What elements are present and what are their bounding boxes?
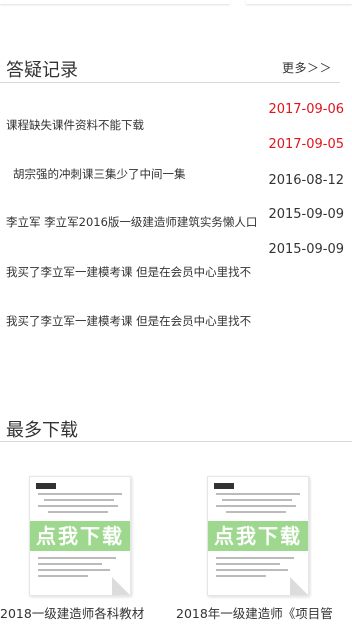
document-thumbnail: 点我下载 <box>207 476 309 596</box>
qa-more-link[interactable]: 更多＞＞ <box>282 59 332 76</box>
qa-section-header: 答疑记录 更多＞＞ <box>0 54 340 83</box>
qa-item[interactable]: 课程缺失课件资料不能下载 <box>6 117 272 133</box>
qa-item[interactable]: 李立军 李立军2016版一级建造师建筑实务懒人口 <box>6 214 272 230</box>
download-title[interactable]: 2018年一级建造师《项目管 <box>176 603 333 622</box>
downloads-section-title: 最多下载 <box>6 420 78 441</box>
download-banner[interactable]: 点我下载 <box>30 521 130 551</box>
qa-date: 2015-09-09 <box>268 242 344 257</box>
page-curl-icon <box>290 577 308 595</box>
qa-date: 2017-09-06 <box>268 102 344 117</box>
download-card[interactable]: 点我下载 <box>29 476 131 596</box>
qa-item[interactable]: 我买了李立军一建模考课 但是在会员中心里找不 <box>6 264 272 280</box>
qa-date: 2016-08-12 <box>268 173 344 188</box>
download-card[interactable]: 点我下载 <box>207 476 309 596</box>
qa-item[interactable]: 我买了李立军一建模考课 但是在会员中心里找不 <box>6 313 272 329</box>
qa-date: 2017-09-05 <box>268 137 344 152</box>
card-edge-right <box>246 0 352 4</box>
download-title[interactable]: 2018一级建造师各科教材 <box>0 603 144 622</box>
download-banner[interactable]: 点我下载 <box>208 521 308 551</box>
qa-item[interactable]: 胡宗强的冲刺课三集少了中间一集 <box>13 166 279 182</box>
document-thumbnail: 点我下载 <box>29 476 131 596</box>
qa-section-title: 答疑记录 <box>6 60 78 81</box>
top-card-edge <box>0 0 352 6</box>
qa-date: 2015-09-09 <box>268 207 344 222</box>
page-curl-icon <box>112 577 130 595</box>
card-edge-left <box>0 0 230 4</box>
downloads-section-header: 最多下载 <box>0 414 352 442</box>
